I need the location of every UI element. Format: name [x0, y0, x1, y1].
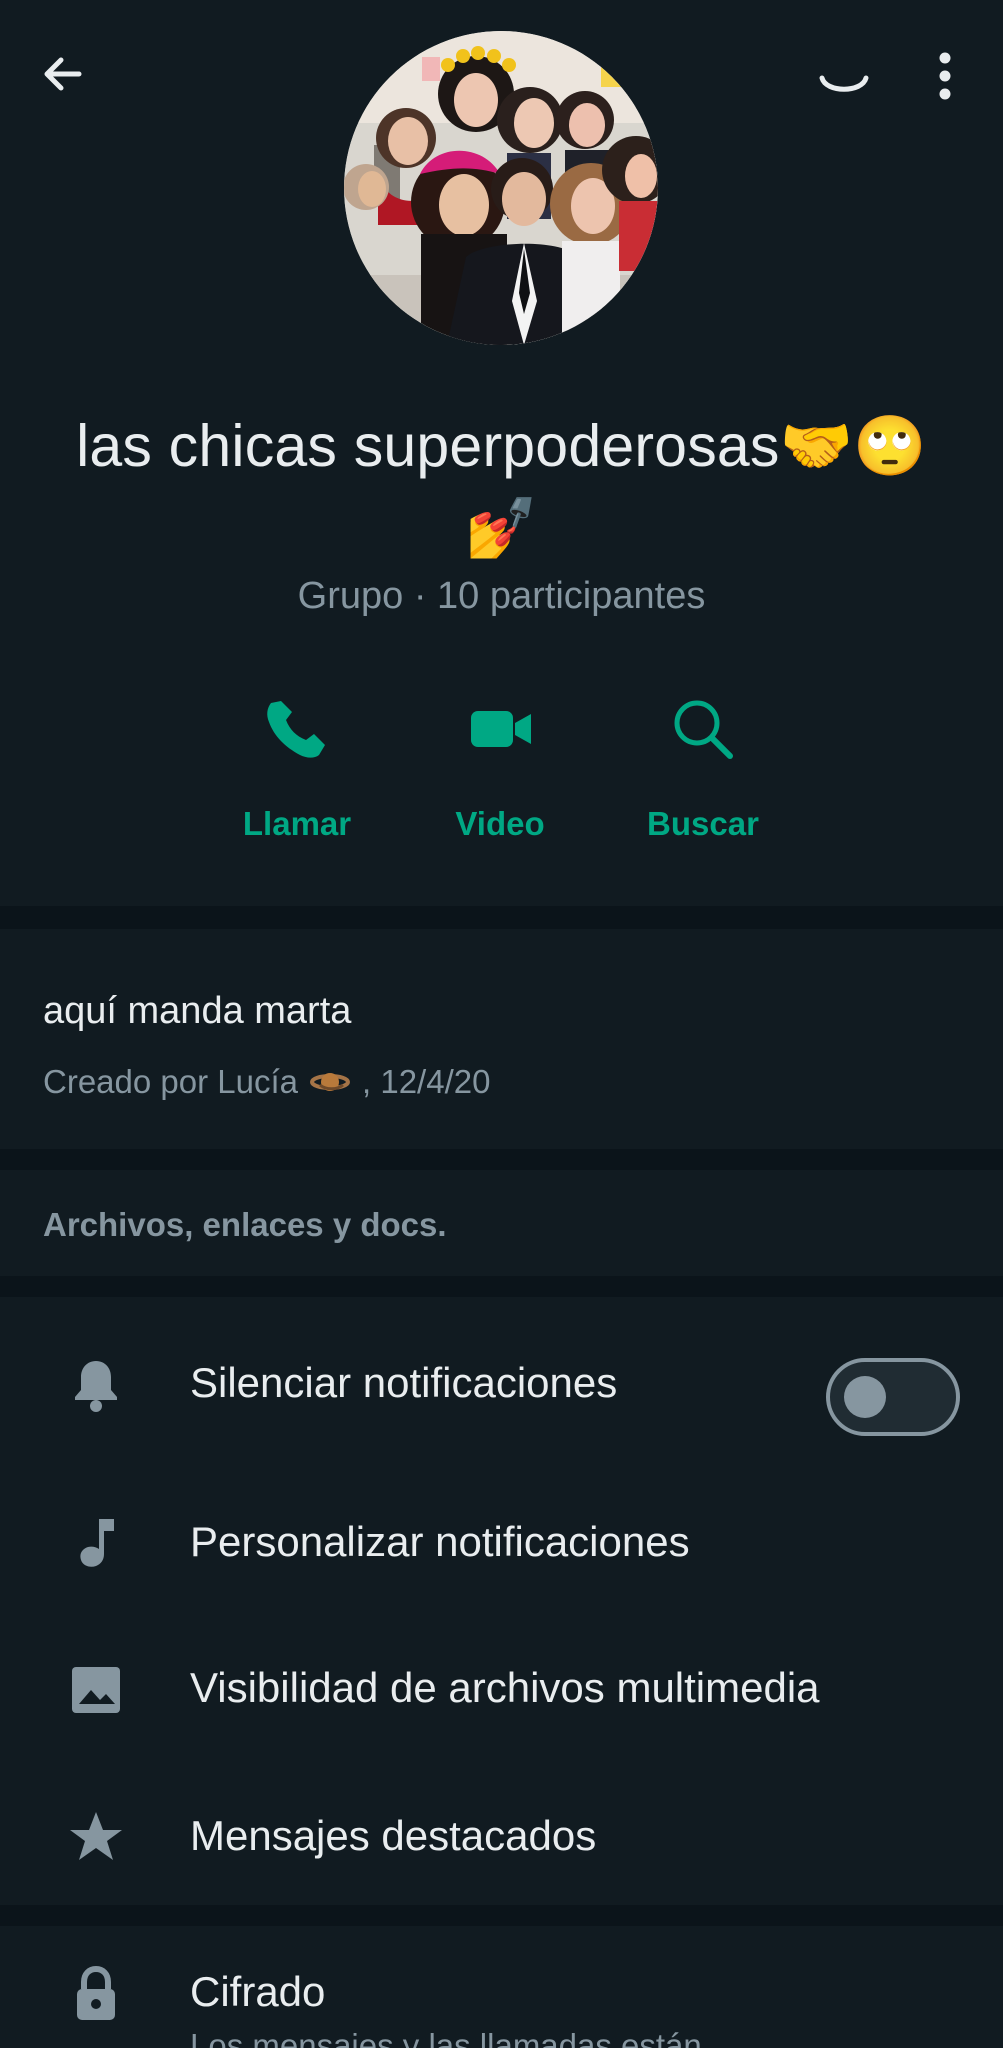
more-vertical-icon	[939, 52, 951, 100]
mute-notifications-row[interactable]: Silenciar notificaciones	[0, 1314, 1003, 1446]
starred-messages-label: Mensajes destacados	[190, 1812, 597, 1859]
planet-icon	[310, 1073, 350, 1091]
created-date: , 12/4/20	[362, 1063, 491, 1100]
lock-icon	[77, 1965, 115, 2020]
encryption-card[interactable]: Cifrado Los mensajes y las llamadas está…	[0, 1926, 1003, 2048]
search-icon	[674, 700, 733, 759]
video-label: Video	[455, 805, 545, 842]
group-participants-summary: Grupo · 10 participantes	[297, 575, 706, 617]
group-description: aquí manda marta	[43, 990, 352, 1032]
group-actions: Llamar Video Buscar	[0, 690, 1003, 850]
group-avatar[interactable]	[344, 31, 658, 345]
loading-spinner-icon	[819, 75, 869, 92]
group-settings-card: Silenciar notificaciones Personalizar no…	[0, 1297, 1003, 1905]
group-profile-header: las chicas superpoderosas🤝🙄💅 Grupo · 10 …	[0, 0, 1003, 906]
music-note-icon	[80, 1519, 114, 1567]
media-visibility-row[interactable]: Visibilidad de archivos multimedia	[0, 1619, 1003, 1751]
group-description-card[interactable]: aquí manda marta Creado por Lucía , 12/4…	[0, 929, 1003, 1149]
video-action[interactable]: Video	[415, 690, 585, 850]
phone-icon	[267, 701, 325, 758]
group-created-info: Creado por Lucía , 12/4/20	[43, 1059, 490, 1105]
files-links-docs-label: Archivos, enlaces y docs.	[43, 1206, 447, 1243]
mute-notifications-label: Silenciar notificaciones	[190, 1359, 618, 1406]
back-button[interactable]	[30, 38, 94, 110]
video-icon	[471, 711, 531, 747]
custom-notifications-label: Personalizar notificaciones	[190, 1518, 690, 1565]
search-label: Buscar	[647, 805, 759, 842]
media-visibility-label: Visibilidad de archivos multimedia	[190, 1664, 820, 1711]
arrow-left-icon	[44, 57, 82, 91]
image-icon	[72, 1667, 120, 1713]
more-options-button[interactable]	[918, 40, 972, 112]
group-name: las chicas superpoderosas🤝🙄💅	[76, 413, 927, 561]
call-action[interactable]: Llamar	[212, 690, 382, 850]
group-info-screen: las chicas superpoderosas🤝🙄💅 Grupo · 10 …	[0, 0, 1003, 2048]
created-by-text: Creado por Lucía	[43, 1063, 298, 1100]
starred-messages-row[interactable]: Mensajes destacados	[0, 1767, 1003, 1899]
search-action[interactable]: Buscar	[618, 690, 788, 850]
loading-indicator	[806, 50, 882, 114]
encryption-title: Cifrado	[190, 1968, 326, 2015]
files-links-docs-card[interactable]: Archivos, enlaces y docs.	[0, 1170, 1003, 1276]
bell-icon	[75, 1361, 117, 1412]
toggle-knob	[844, 1376, 886, 1418]
group-photo	[344, 31, 658, 345]
star-icon	[70, 1812, 122, 1860]
mute-notifications-toggle[interactable]	[826, 1358, 960, 1436]
encryption-subtitle: Los mensajes y las llamadas están	[190, 2027, 702, 2048]
custom-notifications-row[interactable]: Personalizar notificaciones	[0, 1473, 1003, 1605]
call-label: Llamar	[242, 805, 352, 842]
